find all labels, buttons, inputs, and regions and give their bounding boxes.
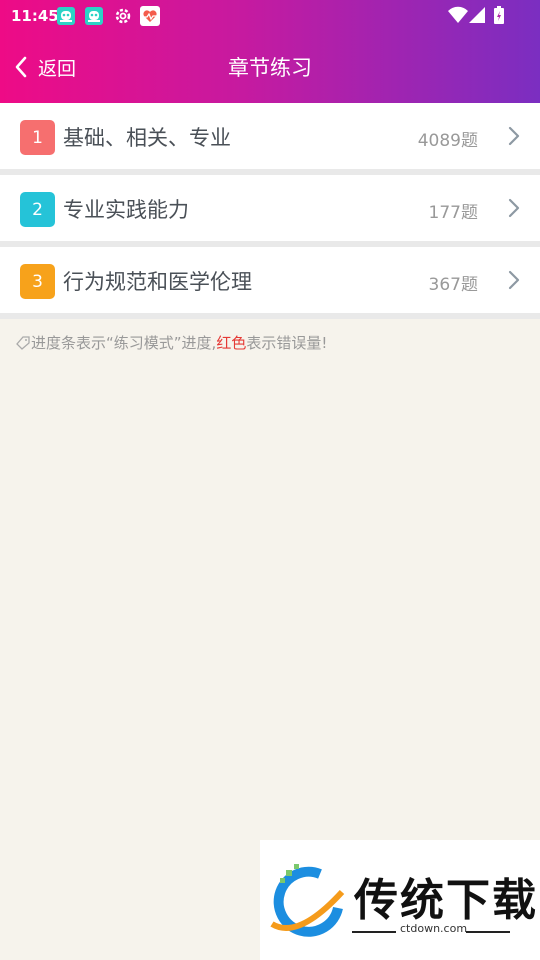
hint-text-red: 红色 — [216, 334, 247, 352]
chapter-question-count: 4089题 — [417, 131, 478, 151]
settings-gear-icon — [113, 6, 133, 26]
chapter-item[interactable]: 3 行为规范和医学伦理 367题 — [0, 247, 540, 313]
progress-hint: 进度条表示“练习模式”进度, 红色 表示错误量! — [16, 332, 327, 353]
battery-icon — [494, 6, 504, 28]
chevron-right-icon — [508, 126, 520, 146]
chapter-item[interactable]: 1 基础、相关、专业 4089题 — [0, 103, 540, 169]
watermark-line — [352, 931, 396, 933]
app-notification-icon — [56, 6, 76, 26]
chapter-title: 行为规范和医学伦理 — [63, 270, 252, 294]
signal-icon — [469, 6, 485, 28]
chapter-index-badge: 1 — [20, 120, 55, 155]
watermark-line — [466, 931, 510, 933]
chapter-question-count: 177题 — [428, 203, 478, 223]
chapter-index-badge: 3 — [20, 264, 55, 299]
chapter-index-badge: 2 — [20, 192, 55, 227]
page-title: 章节练习 — [228, 56, 312, 80]
wifi-icon — [448, 6, 468, 28]
chapter-title: 专业实践能力 — [63, 198, 189, 222]
app-notification-icon — [84, 6, 104, 26]
status-time: 11:45 — [11, 7, 59, 25]
hint-text-prefix: 进度条表示“练习模式”进度, — [31, 334, 217, 352]
tag-icon — [16, 335, 30, 350]
top-header: 11:45 返回 章节练习 — [0, 0, 540, 103]
divider — [0, 313, 540, 319]
watermark-logo-icon — [270, 864, 345, 937]
watermark-url: ctdown.com — [400, 922, 468, 935]
chapter-list: 1 基础、相关、专业 4089题 2 专业实践能力 177题 3 行为规范和医学… — [0, 103, 540, 319]
hint-text-suffix: 表示错误量! — [246, 334, 328, 352]
status-bar: 11:45 — [0, 0, 540, 32]
health-app-icon — [140, 6, 160, 26]
watermark: 传统下载 ctdown.com — [260, 840, 540, 960]
nav-bar: 返回 章节练习 — [0, 32, 540, 103]
chapter-title: 基础、相关、专业 — [63, 126, 231, 150]
chapter-item[interactable]: 2 专业实践能力 177题 — [0, 175, 540, 241]
chevron-right-icon — [508, 270, 520, 290]
watermark-brand: 传统下载 — [354, 875, 538, 926]
chevron-right-icon — [508, 198, 520, 218]
chapter-question-count: 367题 — [428, 275, 478, 295]
